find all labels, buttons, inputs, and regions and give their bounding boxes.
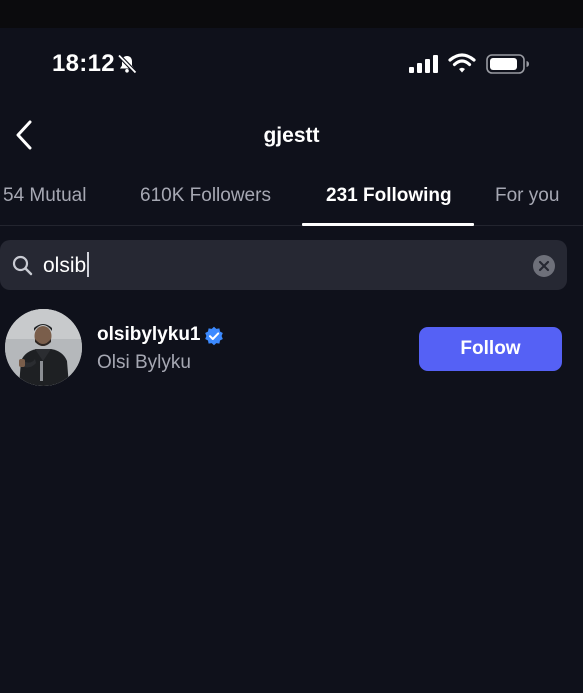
text-caret (87, 252, 90, 277)
signal-icon (409, 55, 438, 73)
top-edge-band (0, 0, 583, 28)
tab-mutual[interactable]: 54 Mutual (3, 176, 86, 226)
clear-icon[interactable] (532, 254, 556, 278)
page-title: gjestt (263, 124, 320, 147)
battery-icon (486, 54, 529, 74)
result-full-name: Olsi Bylyku (97, 352, 191, 373)
search-input[interactable]: olsib (0, 240, 567, 290)
verified-badge-icon (205, 326, 223, 346)
follow-button[interactable]: Follow (419, 327, 562, 371)
tab-bar: 54 Mutual 610K Followers 231 Following F… (0, 176, 583, 226)
tab-for-you[interactable]: For you (495, 176, 559, 226)
search-field-text: olsib (43, 252, 90, 278)
status-time: 18:12 (52, 50, 115, 77)
bell-slash-icon (117, 54, 137, 74)
tab-following[interactable]: 231 Following (326, 176, 452, 226)
list-item[interactable]: olsibylyku1 Olsi Bylyku Follow (0, 306, 583, 392)
avatar-photo (5, 309, 82, 386)
profile-header: gjestt (0, 108, 583, 164)
status-bar: 18:12 (0, 28, 583, 100)
tab-followers[interactable]: 610K Followers (140, 176, 271, 226)
wifi-icon (448, 53, 476, 73)
active-tab-indicator (302, 223, 474, 226)
avatar[interactable] (5, 309, 82, 386)
search-query: olsib (43, 254, 87, 277)
result-username[interactable]: olsibylyku1 (97, 324, 201, 346)
search-icon (12, 255, 33, 276)
